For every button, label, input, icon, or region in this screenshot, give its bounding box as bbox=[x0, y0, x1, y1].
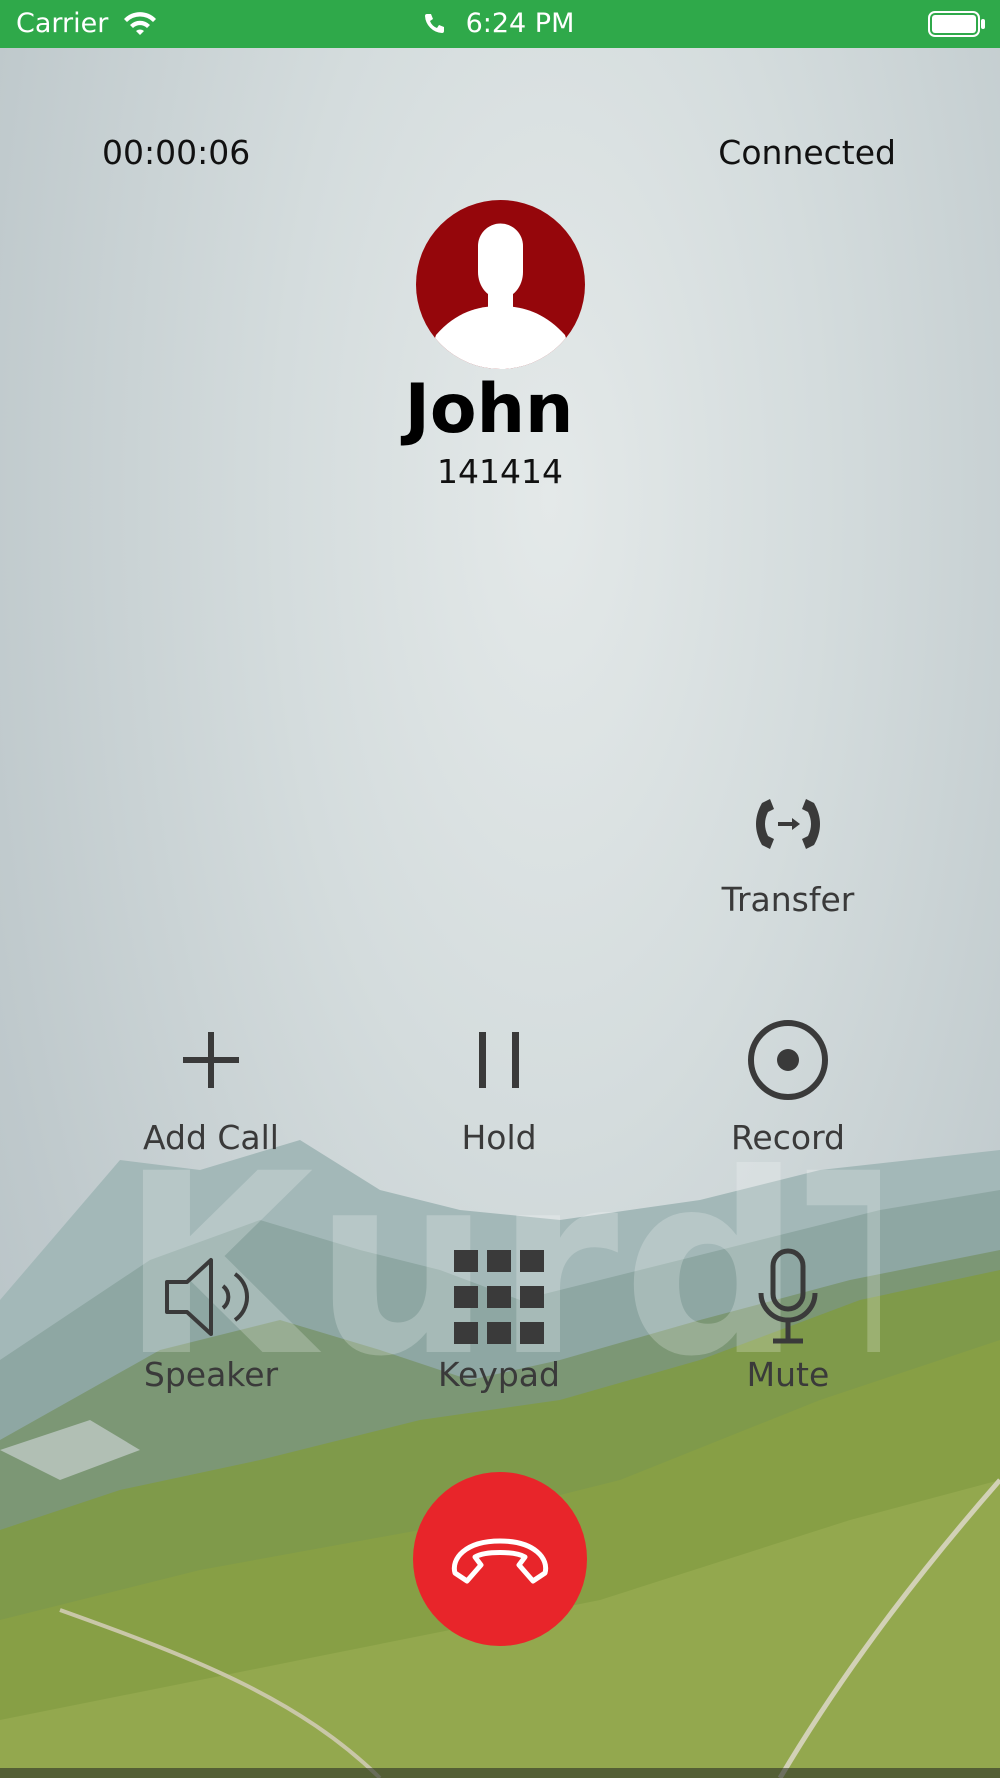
transfer-button[interactable]: Transfer bbox=[688, 772, 888, 942]
microphone-icon bbox=[738, 1247, 838, 1347]
hang-up-button[interactable] bbox=[413, 1472, 587, 1646]
mute-button[interactable]: Mute bbox=[688, 1247, 888, 1417]
plus-icon bbox=[161, 1010, 261, 1110]
contact-avatar bbox=[416, 200, 585, 369]
call-duration: 00:00:06 bbox=[102, 133, 251, 172]
keypad-label: Keypad bbox=[438, 1355, 560, 1394]
mute-label: Mute bbox=[746, 1355, 830, 1394]
add-call-button[interactable]: Add Call bbox=[111, 1010, 311, 1180]
record-icon bbox=[738, 1010, 838, 1110]
hang-up-icon bbox=[451, 1538, 549, 1584]
pause-icon bbox=[449, 1010, 549, 1110]
keypad-button[interactable]: Keypad bbox=[399, 1247, 599, 1417]
add-call-label: Add Call bbox=[143, 1118, 279, 1157]
speaker-button[interactable]: Speaker bbox=[111, 1247, 311, 1417]
call-transfer-icon bbox=[738, 772, 838, 872]
bottom-edge bbox=[0, 1768, 1000, 1778]
speaker-label: Speaker bbox=[143, 1355, 279, 1394]
status-bar: Carrier 6:24 PM bbox=[0, 0, 1000, 48]
person-icon bbox=[425, 223, 576, 369]
hold-label: Hold bbox=[461, 1118, 537, 1157]
contact-name: John bbox=[404, 370, 574, 449]
battery-icon bbox=[928, 11, 985, 37]
record-button[interactable]: Record bbox=[688, 1010, 888, 1180]
call-status: Connected bbox=[718, 133, 896, 172]
contact-number: 141414 bbox=[437, 452, 563, 491]
status-time: 6:24 PM bbox=[465, 8, 575, 39]
transfer-label: Transfer bbox=[721, 880, 855, 919]
keypad-icon bbox=[449, 1247, 549, 1347]
speaker-icon bbox=[161, 1247, 261, 1347]
record-label: Record bbox=[730, 1118, 846, 1157]
hold-button[interactable]: Hold bbox=[399, 1010, 599, 1180]
